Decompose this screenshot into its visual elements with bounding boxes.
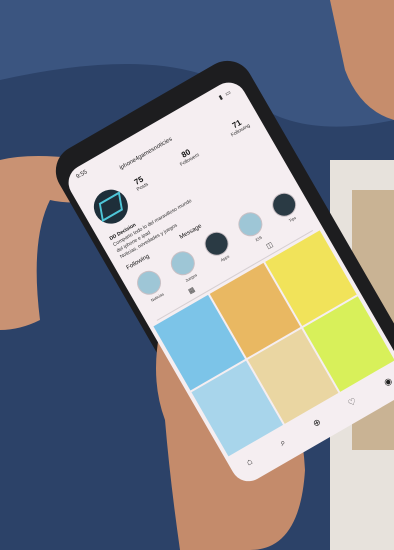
highlight-item[interactable]: iOS (233, 207, 270, 247)
heart-icon[interactable]: ♡ (346, 395, 358, 409)
stat-followers[interactable]: 80 Followers (175, 144, 201, 168)
highlight-item[interactable]: Tips (267, 188, 304, 227)
battery-icon: ▭ (224, 89, 233, 98)
profile-icon[interactable]: ◉ (382, 375, 394, 388)
add-icon[interactable]: ⊕ (311, 416, 323, 429)
highlight-item[interactable]: Juegos (166, 246, 202, 286)
highlight-item[interactable]: Apps (200, 227, 236, 266)
signal-icon: ▮ (217, 94, 224, 102)
status-time: 9:55 (75, 169, 89, 181)
grid-icon[interactable]: ▦ (187, 285, 196, 295)
logo-icon (98, 191, 123, 223)
avatar[interactable] (87, 183, 135, 230)
stat-following[interactable]: 71 Following (226, 115, 251, 138)
stat-posts[interactable]: 75 Posts (131, 174, 150, 193)
highlight-item[interactable]: Noticias (132, 266, 169, 305)
search-icon[interactable]: ⌕ (278, 436, 288, 448)
home-icon[interactable]: ⌂ (244, 456, 254, 467)
tagged-icon[interactable]: ◫ (265, 240, 274, 250)
